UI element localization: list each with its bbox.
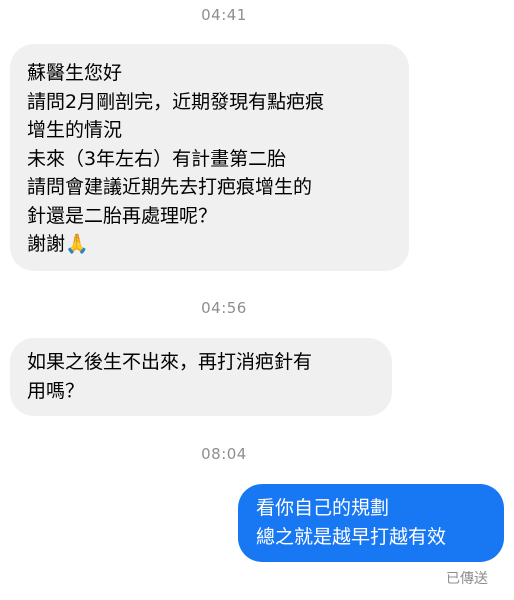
message-line: 請問2月剛剖完，近期發現有點疤痕 <box>27 90 325 113</box>
timestamp: 04:41 <box>201 6 247 24</box>
message-line: 請問會建議近期先去打疤痕增生的 <box>27 176 313 198</box>
message-line: 增生的情況 <box>27 119 123 141</box>
message-line: 蘇醫生您好 <box>27 62 123 84</box>
message-line: 未來（3年左右）有計畫第二胎 <box>27 147 287 170</box>
message-line: 謝謝🙏 <box>27 233 89 255</box>
message-line: 看你自己的規劃 <box>256 497 390 519</box>
message-line: 如果之後生不出來，再打消疤針有 <box>27 351 313 373</box>
chat-screen: { "conversation": { "timestamp_1": "04:4… <box>0 0 514 600</box>
incoming-message-bubble[interactable]: 蘇醫生您好 請問2月剛剖完，近期發現有點疤痕 增生的情況 未來（3年左右）有計畫… <box>10 44 409 271</box>
delivery-status: 已傳送 <box>446 571 488 587</box>
timestamp: 04:56 <box>201 299 247 317</box>
incoming-message-bubble[interactable]: 如果之後生不出來，再打消疤針有 用嗎？ <box>10 338 392 416</box>
timestamp: 08:04 <box>201 445 247 463</box>
outgoing-message-bubble[interactable]: 看你自己的規劃 總之就是越早打越有效 <box>238 484 504 562</box>
message-line: 用嗎？ <box>27 379 85 402</box>
message-line: 針還是二胎再處理呢？ <box>27 204 218 227</box>
message-line: 總之就是越早打越有效 <box>256 525 447 548</box>
